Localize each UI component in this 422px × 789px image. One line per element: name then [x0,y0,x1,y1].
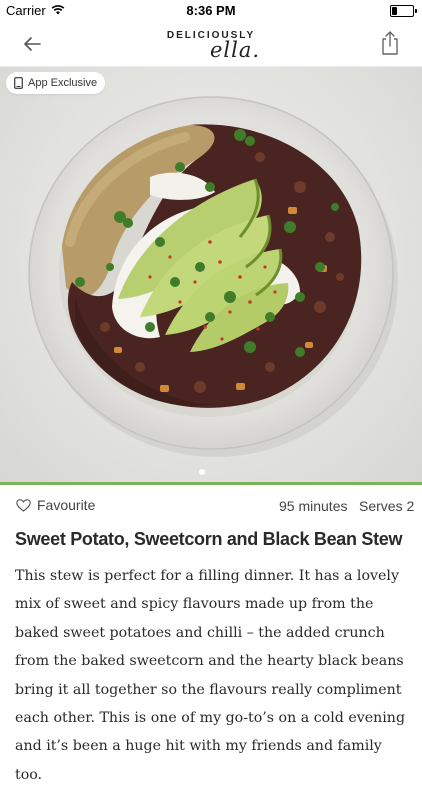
badge-label: App Exclusive [28,77,98,89]
recipe-title: Sweet Potato, Sweetcorn and Black Bean S… [15,529,403,549]
brand-logo: DELICIOUSLY ella. [0,28,422,62]
recipe-description: This stew is perfect for a filling dinne… [15,568,406,783]
phone-icon [14,77,23,89]
share-icon [382,31,398,55]
cook-time: 95 minutes [279,498,348,514]
recipe-hero-image[interactable] [0,67,422,482]
servings: Serves 2 [359,498,415,514]
status-bar: Carrier 8:36 PM [0,0,422,22]
favourite-label: Favourite [37,497,96,513]
navigation-bar: DELICIOUSLY ella. [0,22,422,67]
battery-icon [390,5,417,17]
page-indicator-dot[interactable] [199,469,205,475]
food-photo [28,96,398,457]
brand-name-script: ella. [209,38,261,62]
app-exclusive-badge: App Exclusive [6,72,106,94]
recipe-meta-row: Favourite 95 minutes Serves 2 [0,485,422,525]
heart-icon [16,498,31,512]
status-time: 8:36 PM [186,3,236,18]
battery-fill [392,7,397,15]
favourite-button[interactable]: Favourite [16,497,95,513]
share-button[interactable] [378,30,402,56]
